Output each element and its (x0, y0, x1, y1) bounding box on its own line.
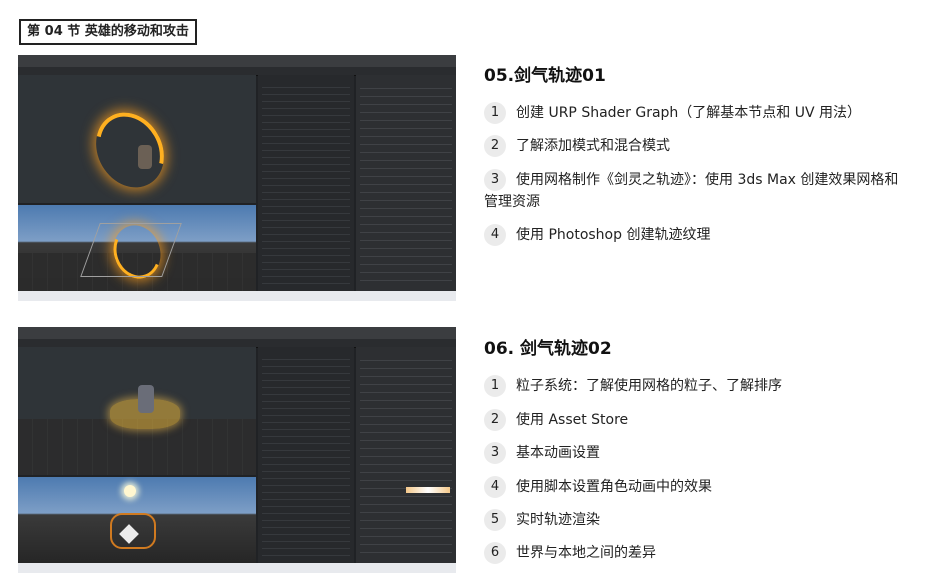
item-text: 了解添加模式和混合模式 (516, 138, 670, 154)
lesson-06-item-5: 5 实时轨迹渲染 (484, 508, 914, 532)
unity-editor-screenshot-1 (18, 55, 456, 301)
inspector-panel (356, 347, 456, 563)
unity-editor-screenshot-2 (18, 327, 456, 573)
item-text: 粒子系统：了解使用网格的粒子、了解排序 (516, 378, 782, 394)
taskbar (18, 291, 456, 301)
lesson-06-item-3: 3 基本动画设置 (484, 441, 914, 465)
item-number: 1 (484, 102, 506, 124)
item-number: 6 (484, 542, 506, 564)
scene-view (18, 347, 256, 475)
lesson-05-item-3-continued: 管理资源 (484, 190, 914, 214)
item-number: 1 (484, 375, 506, 397)
inspector-panel (356, 75, 456, 291)
hierarchy-panel (258, 75, 354, 291)
item-text: 使用 Photoshop 创建轨迹纹理 (516, 227, 711, 243)
lesson-05-item-2: 2 了解添加模式和混合模式 (484, 134, 914, 158)
item-number: 3 (484, 442, 506, 464)
item-number: 4 (484, 224, 506, 246)
lesson-06-item-1: 1 粒子系统：了解使用网格的粒子、了解排序 (484, 374, 914, 398)
item-text: 管理资源 (484, 194, 540, 210)
item-text: 创建 URP Shader Graph（了解基本节点和 UV 用法） (516, 105, 862, 121)
game-view (18, 477, 256, 563)
item-number: 2 (484, 135, 506, 157)
lesson-06-item-2: 2 使用 Asset Store (484, 408, 914, 432)
lesson-05-item-4: 4 使用 Photoshop 创建轨迹纹理 (484, 223, 914, 247)
item-number: 4 (484, 476, 506, 498)
lesson-05-item-1: 1 创建 URP Shader Graph（了解基本节点和 UV 用法） (484, 101, 914, 125)
lesson-05-item-3: 3 使用网格制作《剑灵之轨迹》：使用 3ds Max 创建效果网格和 (484, 168, 914, 192)
item-text: 世界与本地之间的差异 (516, 545, 656, 561)
item-number: 3 (484, 169, 506, 191)
item-text: 使用网格制作《剑灵之轨迹》：使用 3ds Max 创建效果网格和 (516, 172, 899, 188)
section-title: 第 04 节 英雄的移动和攻击 (19, 19, 197, 45)
hierarchy-panel (258, 347, 354, 563)
scene-view (18, 75, 256, 203)
lesson-05-heading: 05.剑气轨迹01 (484, 66, 606, 86)
taskbar (18, 563, 456, 573)
item-text: 实时轨迹渲染 (516, 512, 600, 528)
item-text: 使用 Asset Store (516, 412, 629, 428)
lesson-06-item-6: 6 世界与本地之间的差异 (484, 541, 914, 565)
lesson-06-heading: 06. 剑气轨迹02 (484, 339, 612, 359)
game-view (18, 205, 256, 291)
item-text: 使用脚本设置角色动画中的效果 (516, 479, 712, 495)
item-number: 5 (484, 509, 506, 531)
item-number: 2 (484, 409, 506, 431)
item-text: 基本动画设置 (516, 445, 600, 461)
lesson-06-item-4: 4 使用脚本设置角色动画中的效果 (484, 475, 914, 499)
